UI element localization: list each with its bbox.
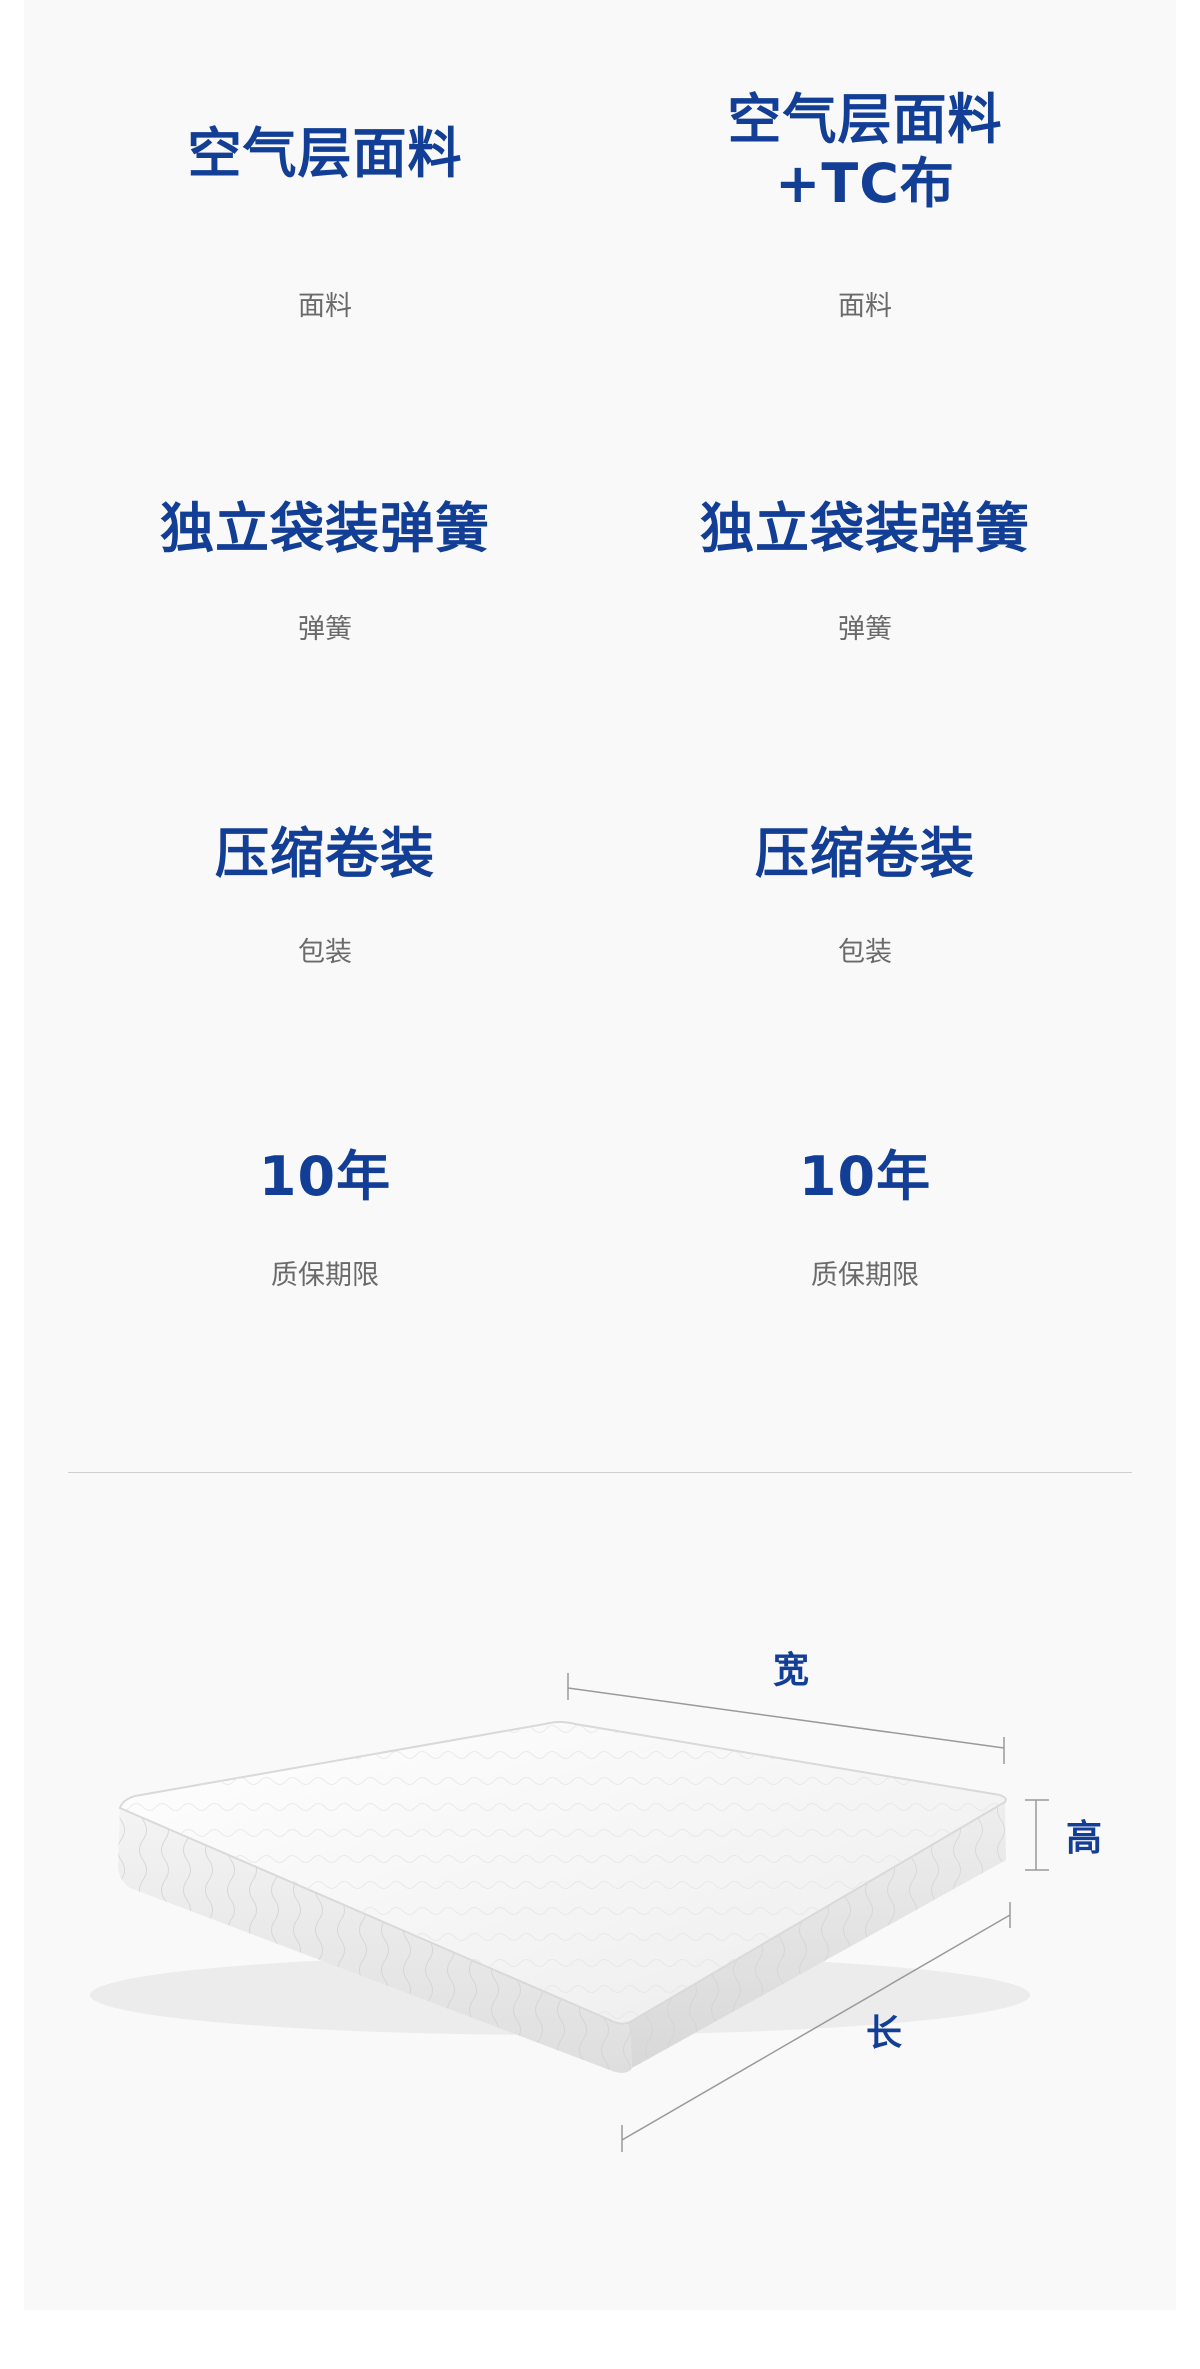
length-label: 长	[866, 2013, 903, 2054]
height-label: 高	[1066, 1818, 1103, 1859]
mattress-dimension-figure	[90, 1673, 1049, 2152]
width-label: 宽	[773, 1650, 810, 1691]
